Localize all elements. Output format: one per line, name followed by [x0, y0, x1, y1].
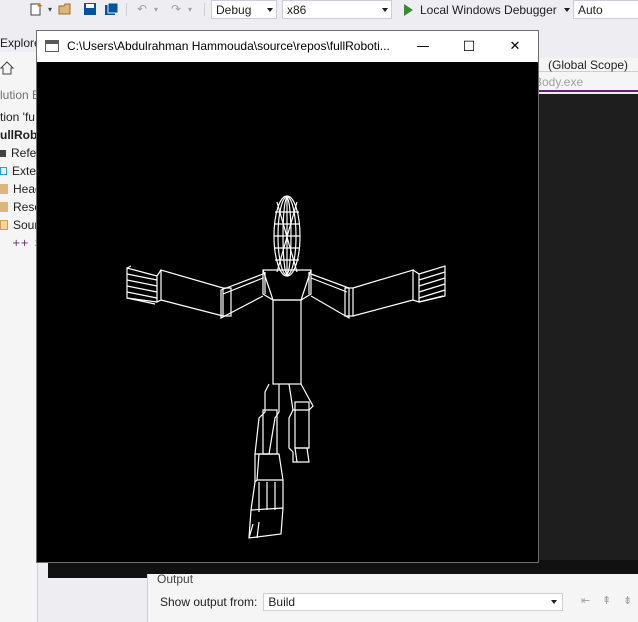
tree-item-label: Refe	[11, 146, 37, 160]
scope-navigation-bar[interactable]: (Global Scope)	[538, 58, 638, 72]
output-source-row: Show output from: Build	[160, 593, 564, 611]
svg-text:✦: ✦	[36, 2, 43, 12]
tree-item-references[interactable]: Refe	[0, 144, 36, 162]
tree-item-source-files[interactable]: Sour	[0, 216, 38, 234]
tree-item-label: Exter	[12, 164, 38, 178]
tree-item-solution[interactable]: tion 'fu	[0, 108, 35, 126]
maximize-icon: ☐	[462, 38, 476, 55]
robot-torso	[262, 269, 312, 385]
solution-explorer-title: Explorer	[0, 32, 37, 52]
references-icon	[0, 149, 6, 157]
tree-item-external-dependencies[interactable]: Exter	[0, 162, 38, 180]
tree-item-label: tion 'fu	[0, 110, 35, 124]
close-icon: ✕	[509, 39, 521, 54]
open-folder-icon[interactable]	[58, 1, 74, 17]
undo-dropdown-icon[interactable]: ▾	[152, 1, 160, 17]
robot-left-leg	[248, 383, 284, 539]
tree-item-source-file[interactable]: ++ S	[12, 234, 37, 252]
console-titlebar[interactable]: C:\Users\Abdulrahman Hammouda\source\rep…	[37, 31, 538, 62]
wireframe-robot	[126, 195, 446, 539]
document-tab[interactable]: Body.exe	[534, 72, 638, 92]
editor-background	[538, 94, 638, 572]
toolbar-separator	[204, 3, 205, 16]
debugger-label: Local Windows Debugger	[420, 2, 557, 17]
robot-head	[273, 195, 301, 277]
folder-open-icon	[0, 220, 8, 230]
start-debugging-button[interactable]: Local Windows Debugger	[400, 0, 570, 19]
tree-item-label: Reso	[13, 200, 37, 214]
robot-right-arm	[310, 265, 446, 320]
console-window-title: C:\Users\Abdulrahman Hammouda\source\rep…	[67, 39, 390, 53]
tree-item-project[interactable]: ullRobo	[0, 126, 38, 144]
console-app-icon	[45, 40, 59, 52]
tree-item-header-files[interactable]: Head	[0, 180, 37, 198]
redo-icon[interactable]: ↷	[168, 1, 184, 17]
output-panel-title: Output	[157, 572, 194, 586]
find-message-icon[interactable]: ⇤	[581, 594, 595, 608]
solution-target-value: Auto	[578, 2, 603, 17]
console-window: C:\Users\Abdulrahman Hammouda\source\rep…	[37, 31, 538, 562]
folder-icon	[0, 184, 8, 194]
solution-target-select[interactable]: Auto	[573, 0, 638, 19]
output-source-value: Build	[268, 595, 296, 609]
previous-message-icon[interactable]: ⇞	[602, 594, 616, 608]
robot-right-leg	[288, 383, 314, 463]
chevron-down-icon[interactable]	[563, 7, 570, 12]
document-tab-label: Body.exe	[534, 75, 584, 89]
robot-left-arm	[126, 265, 264, 319]
home-icon[interactable]	[0, 60, 15, 76]
output-from-label: Show output from:	[160, 595, 258, 609]
tree-item-label: Sour	[13, 218, 38, 232]
solution-explorer-panel: Explorer lution E tion 'fu ullRobo Refe …	[0, 32, 38, 622]
opengl-viewport	[37, 62, 538, 562]
chevron-down-icon	[551, 600, 558, 604]
new-item-icon[interactable]: ✦	[28, 1, 44, 17]
output-panel: Output Show output from: Build ⇤ ⇞ ⇟	[147, 572, 638, 622]
close-button[interactable]: ✕	[492, 31, 538, 62]
minimize-icon: —	[416, 39, 430, 54]
save-all-icon[interactable]	[104, 1, 120, 17]
folder-icon	[0, 202, 8, 212]
maximize-button[interactable]: ☐	[446, 31, 492, 62]
chevron-down-icon	[382, 8, 388, 12]
minimize-button[interactable]: —	[400, 31, 446, 62]
main-toolbar: ✦ ▾ ↶ ▾ ↷ ▾ Debug x86 Local Windows Debu…	[0, 0, 638, 20]
external-dependencies-icon	[0, 167, 7, 175]
platform-select[interactable]: x86	[282, 0, 392, 19]
solution-explorer-search[interactable]: lution E	[0, 88, 37, 104]
toolbar-separator	[126, 3, 127, 16]
play-icon	[404, 3, 413, 16]
platform-value: x86	[287, 2, 307, 17]
output-source-select[interactable]: Build	[263, 593, 564, 611]
configuration-value: Debug	[216, 2, 252, 17]
save-icon[interactable]	[82, 1, 98, 17]
chevron-down-icon	[267, 8, 273, 12]
undo-icon[interactable]: ↶	[134, 1, 150, 17]
tree-item-label: Head	[13, 182, 37, 196]
scope-label: (Global Scope)	[548, 58, 629, 72]
tree-item-label: ullRobo	[0, 128, 38, 142]
configuration-select[interactable]: Debug	[211, 0, 277, 19]
redo-dropdown-icon[interactable]: ▾	[186, 1, 194, 17]
dropdown-arrow-icon[interactable]: ▾	[46, 1, 54, 17]
cpp-file-icon: ++	[12, 237, 29, 249]
tree-item-resource-files[interactable]: Reso	[0, 198, 37, 216]
next-message-icon[interactable]: ⇟	[623, 594, 637, 608]
